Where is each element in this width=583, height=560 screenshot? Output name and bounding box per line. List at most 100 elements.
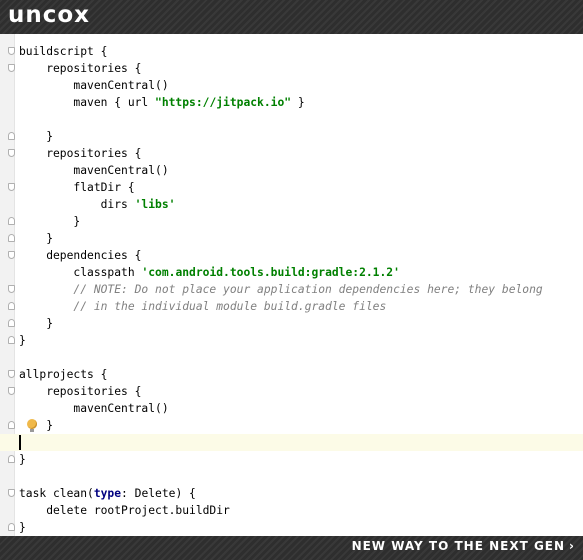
code-token: } [19,334,26,347]
code-token: } [19,130,54,143]
code-token: maven { url [19,96,156,109]
code-token: } [19,453,26,466]
code-text: flatDir { [19,179,135,196]
fold-end-icon[interactable] [8,421,15,429]
fold-end-icon[interactable] [8,217,15,225]
code-line[interactable]: buildscript { [0,43,583,60]
code-line[interactable]: delete rootProject.buildDir [0,502,583,519]
code-text: repositories { [19,383,141,400]
code-line[interactable]: } [0,128,583,145]
brand-logo: uncox [8,2,91,28]
code-token: } [19,419,54,432]
code-line[interactable] [0,434,583,451]
code-text: delete rootProject.buildDir [19,502,230,519]
code-line[interactable]: repositories { [0,383,583,400]
code-editor[interactable]: buildscript { repositories { mavenCentra… [0,34,583,536]
code-text: } [19,417,53,434]
fold-end-icon[interactable] [8,234,15,242]
string-token: 'com.android.tools.build:gradle:2.1.2' [141,266,400,279]
fold-end-icon[interactable] [8,302,15,310]
code-text: buildscript { [19,43,107,60]
fold-start-icon[interactable] [8,489,15,497]
code-line[interactable]: allprojects { [0,366,583,383]
code-token: mavenCentral() [19,164,169,177]
top-banner: uncox [0,0,583,34]
code-token: dependencies { [19,249,142,262]
code-token: classpath [19,266,142,279]
chevron-right-icon: › [569,539,575,553]
code-line[interactable]: classpath 'com.android.tools.build:gradl… [0,264,583,281]
code-text: repositories { [19,60,141,77]
code-line[interactable]: task clean(type: Delete) { [0,485,583,502]
code-text: // in the individual module build.gradle… [19,298,386,315]
code-text: } [19,315,53,332]
fold-end-icon[interactable] [8,319,15,327]
code-line[interactable]: } [0,332,583,349]
code-line[interactable]: } [0,315,583,332]
slogan-text: NEW WAY TO THE NEXT GEN › [352,539,575,553]
code-text: mavenCentral() [19,400,168,417]
code-text: repositories { [19,145,141,162]
slogan-label: NEW WAY TO THE NEXT GEN [351,539,566,553]
code-text: maven { url "https://jitpack.io" } [19,94,304,111]
code-text: dependencies { [19,247,141,264]
code-line[interactable]: mavenCentral() [0,162,583,179]
code-line[interactable]: } [0,451,583,468]
code-token: repositories { [19,147,142,160]
code-line[interactable]: repositories { [0,60,583,77]
code-text: dirs 'libs' [19,196,176,213]
code-token: task clean( [19,487,94,500]
fold-end-icon[interactable] [8,132,15,140]
code-line[interactable]: dirs 'libs' [0,196,583,213]
fold-start-icon[interactable] [8,149,15,157]
code-text: } [19,213,80,230]
code-line[interactable]: } [0,417,583,434]
code-line[interactable]: } [0,213,583,230]
fold-start-icon[interactable] [8,251,15,259]
code-line[interactable]: dependencies { [0,247,583,264]
comment-token: // NOTE: Do not place your application d… [19,283,543,296]
code-line[interactable]: // in the individual module build.gradle… [0,298,583,315]
code-line[interactable]: flatDir { [0,179,583,196]
code-line[interactable]: mavenCentral() [0,77,583,94]
code-token: repositories { [19,385,142,398]
comment-token: // in the individual module build.gradle… [19,300,387,313]
keyword-token: type [93,487,122,500]
code-text: } [19,451,26,468]
code-text: allprojects { [19,366,107,383]
code-line[interactable] [0,468,583,485]
code-line[interactable]: mavenCentral() [0,400,583,417]
code-token: mavenCentral() [19,79,169,92]
fold-start-icon[interactable] [8,387,15,395]
fold-start-icon[interactable] [8,183,15,191]
code-line[interactable] [0,349,583,366]
code-token: } [19,215,81,228]
string-token: "https://jitpack.io" [155,96,292,109]
code-token: } [19,232,54,245]
bottom-banner: NEW WAY TO THE NEXT GEN › [0,536,583,560]
fold-end-icon[interactable] [8,336,15,344]
fold-start-icon[interactable] [8,64,15,72]
fold-end-icon[interactable] [8,523,15,531]
code-text: } [19,519,26,536]
fold-end-icon[interactable] [8,455,15,463]
code-token: } [19,521,26,534]
code-line[interactable] [0,111,583,128]
code-text: } [19,128,53,145]
fold-start-icon[interactable] [8,285,15,293]
code-text: classpath 'com.android.tools.build:gradl… [19,264,400,281]
code-token: buildscript { [19,45,108,58]
code-line[interactable]: maven { url "https://jitpack.io" } [0,94,583,111]
code-line[interactable]: } [0,230,583,247]
code-line[interactable]: repositories { [0,145,583,162]
code-text: task clean(type: Delete) { [19,485,196,502]
code-text: // NOTE: Do not place your application d… [19,281,543,298]
code-line[interactable]: // NOTE: Do not place your application d… [0,281,583,298]
fold-start-icon[interactable] [8,47,15,55]
code-token: flatDir { [19,181,135,194]
code-token: : Delete) { [121,487,196,500]
fold-start-icon[interactable] [8,370,15,378]
code-token: allprojects { [19,368,108,381]
code-token: repositories { [19,62,142,75]
code-line[interactable]: } [0,519,583,536]
